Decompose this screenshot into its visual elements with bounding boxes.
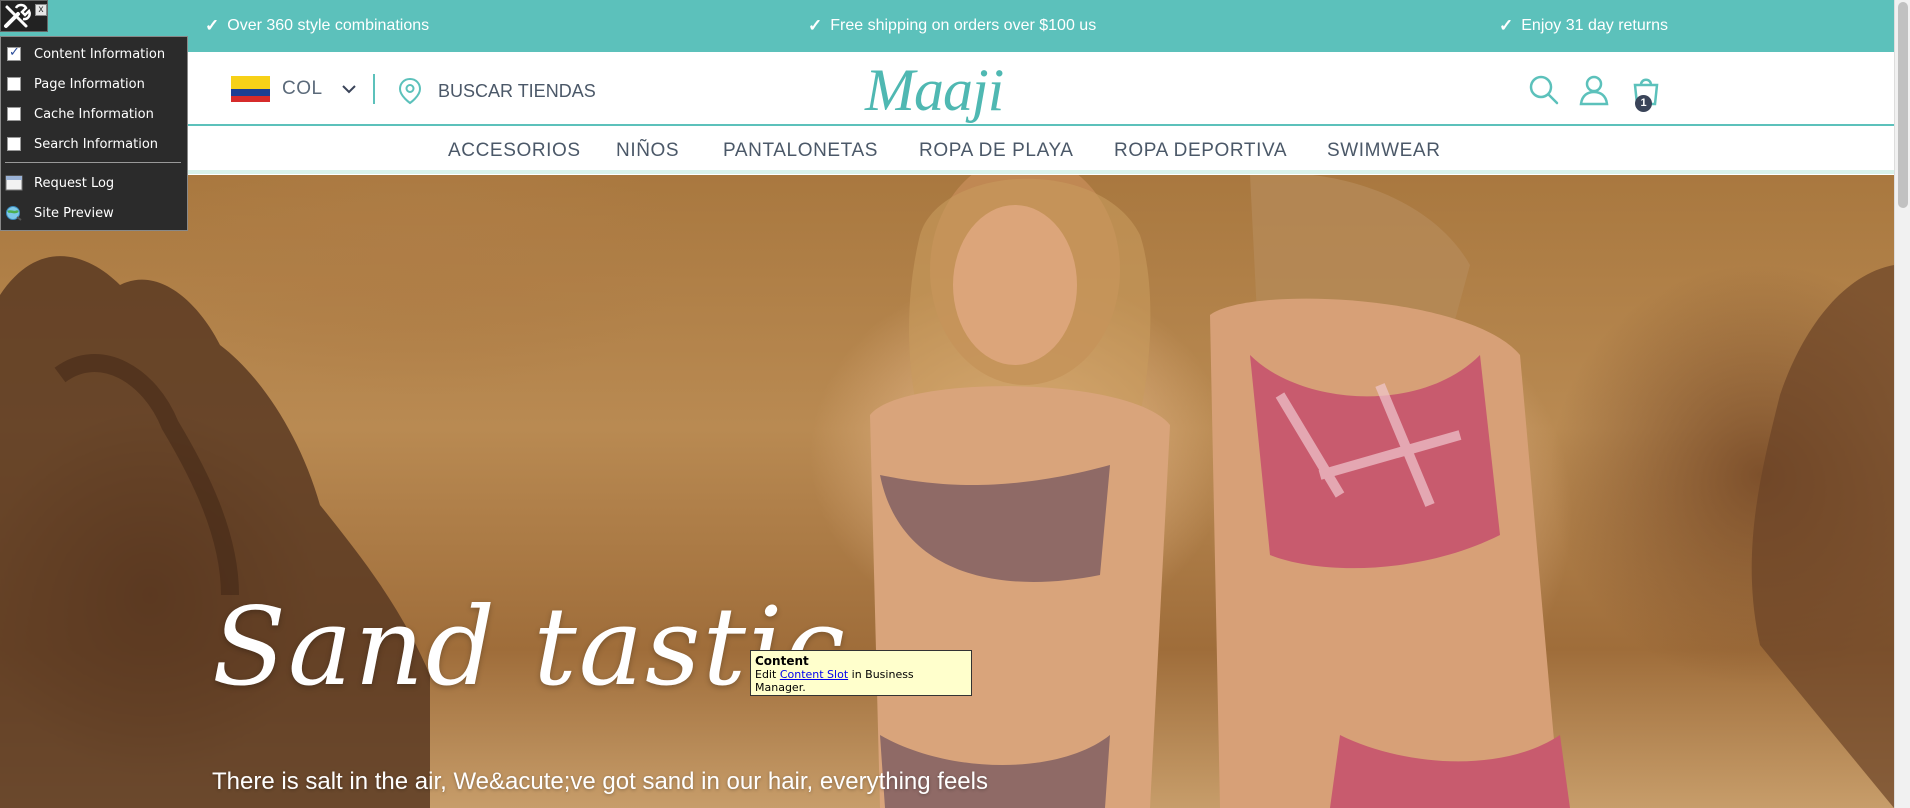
checkbox[interactable]	[7, 107, 21, 121]
cart-count-badge: 1	[1635, 95, 1652, 112]
header-divider	[373, 74, 375, 104]
promo-item: ✓ Over 360 style combinations	[205, 16, 429, 36]
checkbox[interactable]	[7, 77, 21, 91]
site-header: COL BUSCAR TIENDAS Maaji	[0, 52, 1894, 126]
menu-item-request-log[interactable]: Request Log	[1, 170, 187, 196]
promo-text: Free shipping on orders over $100 us	[830, 17, 1097, 34]
tooltip-prefix: Edit	[755, 668, 780, 681]
checkbox-checked[interactable]	[7, 45, 21, 61]
menu-item-search-information[interactable]: Search Information	[1, 131, 187, 157]
hero-image	[0, 175, 1894, 808]
site-preview-icon	[6, 206, 22, 221]
promo-text: Enjoy 31 day returns	[1521, 17, 1668, 34]
country-code: COL	[282, 78, 323, 99]
menu-item-label: Cache Information	[34, 106, 154, 122]
nav-item-ropa-de-playa[interactable]: ROPA DE PLAYA	[919, 140, 1074, 162]
promo-item: ✓ Free shipping on orders over $100 us	[808, 16, 1096, 36]
country-selector[interactable]: COL	[231, 76, 357, 102]
nav-item-ninos[interactable]: NIÑOS	[616, 140, 679, 162]
chevron-down-icon	[341, 85, 356, 94]
tools-icon	[4, 3, 31, 28]
menu-divider	[5, 162, 181, 163]
store-locator-label: BUSCAR TIENDAS	[438, 80, 596, 101]
location-pin-icon	[398, 77, 422, 105]
scrollbar-thumb[interactable]	[1898, 2, 1908, 208]
menu-item-label: Search Information	[34, 136, 159, 152]
storefront-toolkit-menu: Content Information Page Information Cac…	[0, 36, 188, 231]
menu-item-cache-information[interactable]: Cache Information	[1, 101, 187, 127]
check-icon: ✓	[1499, 16, 1514, 35]
storefront-toolkit-button[interactable]: x	[0, 0, 48, 32]
search-icon[interactable]	[1528, 74, 1560, 106]
check-icon: ✓	[205, 16, 220, 35]
colombia-flag-icon	[231, 76, 270, 102]
nav-item-swimwear[interactable]: SWIMWEAR	[1327, 140, 1441, 162]
menu-item-label: Content Information	[34, 46, 166, 62]
menu-item-site-preview[interactable]: Site Preview	[1, 200, 187, 226]
menu-item-label: Request Log	[34, 175, 115, 191]
tooltip-body: Edit Content Slot in Business Manager.	[755, 668, 967, 694]
check-icon: ✓	[808, 16, 823, 35]
menu-item-content-information[interactable]: Content Information	[1, 41, 187, 67]
hero-banner[interactable]: Sand tastic There is salt in the air, We…	[0, 175, 1894, 808]
tooltip-title: Content	[755, 654, 809, 668]
content-slot-link[interactable]: Content Slot	[780, 668, 848, 681]
store-locator-link[interactable]: BUSCAR TIENDAS	[398, 77, 596, 105]
promo-item: ✓ Enjoy 31 day returns	[1499, 16, 1668, 36]
content-slot-tooltip: Content Edit Content Slot in Business Ma…	[750, 650, 972, 696]
checkbox[interactable]	[7, 137, 21, 151]
hero-text: There is salt in the air, We&acute;ve go…	[212, 768, 988, 795]
menu-item-label: Page Information	[34, 76, 145, 92]
close-icon[interactable]: x	[35, 4, 47, 16]
menu-item-page-information[interactable]: Page Information	[1, 71, 187, 97]
request-log-icon	[5, 175, 23, 191]
menu-item-label: Site Preview	[34, 205, 114, 221]
promo-bar: ✓ Over 360 style combinations ✓ Free shi…	[0, 0, 1894, 52]
promo-text: Over 360 style combinations	[227, 17, 430, 34]
page: ✓ Over 360 style combinations ✓ Free shi…	[0, 0, 1910, 808]
nav-item-accesorios[interactable]: ACCESORIOS	[448, 140, 581, 162]
nav-item-pantalonetas[interactable]: PANTALONETAS	[723, 140, 878, 162]
brand-logo[interactable]: Maaji	[865, 56, 1004, 125]
nav-item-ropa-deportiva[interactable]: ROPA DEPORTIVA	[1114, 140, 1287, 162]
main-nav: ACCESORIOS NIÑOS PANTALONETAS ROPA DE PL…	[0, 128, 1894, 174]
page-scrollbar[interactable]	[1894, 0, 1910, 808]
user-icon[interactable]	[1578, 74, 1610, 106]
